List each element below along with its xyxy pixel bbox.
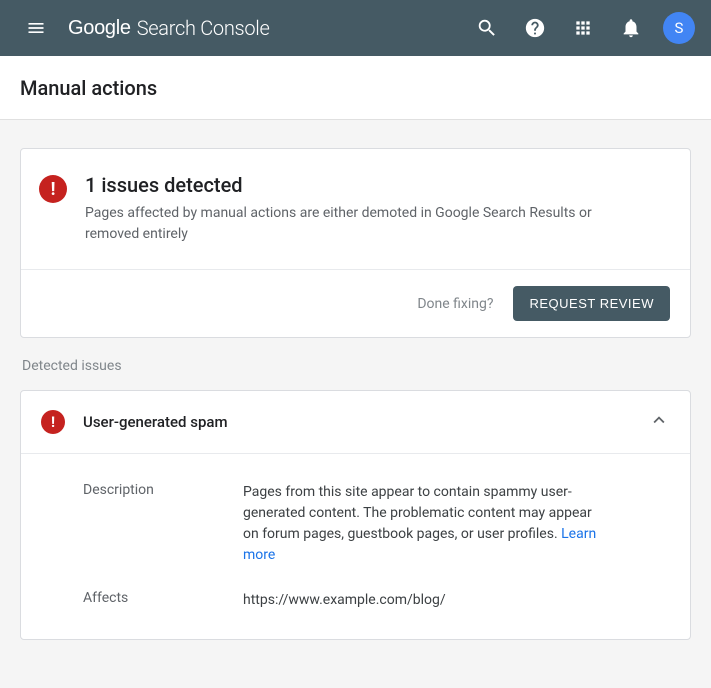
detected-issues-label: Detected issues (20, 358, 691, 374)
notifications-button[interactable] (611, 8, 651, 48)
app-header: Google Search Console S (0, 0, 711, 56)
error-icon: ! (41, 410, 65, 434)
menu-button[interactable] (16, 8, 56, 48)
apps-button[interactable] (563, 8, 603, 48)
summary-heading: 1 issues detected (85, 173, 605, 197)
summary-description: Pages affected by manual actions are eit… (85, 203, 605, 245)
user-avatar[interactable]: S (663, 12, 695, 44)
summary-text: 1 issues detected Pages affected by manu… (85, 173, 605, 245)
logo: Google Search Console (68, 16, 270, 40)
logo-primary: Google (68, 17, 131, 40)
help-icon (524, 17, 546, 39)
summary-footer: Done fixing? REQUEST REVIEW (21, 269, 690, 337)
description-text: Pages from this site appear to contain s… (243, 484, 592, 542)
chevron-up-icon (648, 409, 670, 431)
collapse-toggle (648, 409, 670, 435)
logo-secondary: Search Console (137, 16, 270, 40)
page-title: Manual actions (20, 76, 157, 100)
search-button[interactable] (467, 8, 507, 48)
description-label: Description (83, 482, 243, 566)
content-area: ! 1 issues detected Pages affected by ma… (0, 120, 711, 688)
search-icon (476, 17, 498, 39)
hamburger-icon (26, 18, 46, 38)
title-bar: Manual actions (0, 56, 711, 120)
done-fixing-label: Done fixing? (417, 296, 493, 312)
bell-icon (620, 17, 642, 39)
issues-summary-card: ! 1 issues detected Pages affected by ma… (20, 148, 691, 338)
issue-body: Description Pages from this site appear … (21, 453, 690, 639)
error-icon: ! (39, 175, 67, 203)
affects-label: Affects (83, 590, 243, 611)
apps-grid-icon (573, 18, 593, 38)
affects-value: https://www.example.com/blog/ (243, 590, 603, 611)
issue-header-toggle[interactable]: ! User-generated spam (21, 391, 690, 453)
issue-title: User-generated spam (83, 413, 630, 431)
help-button[interactable] (515, 8, 555, 48)
description-value: Pages from this site appear to contain s… (243, 482, 603, 566)
request-review-button[interactable]: REQUEST REVIEW (513, 286, 670, 321)
issue-card: ! User-generated spam Description Pages … (20, 390, 691, 640)
summary-body: ! 1 issues detected Pages affected by ma… (21, 149, 690, 269)
